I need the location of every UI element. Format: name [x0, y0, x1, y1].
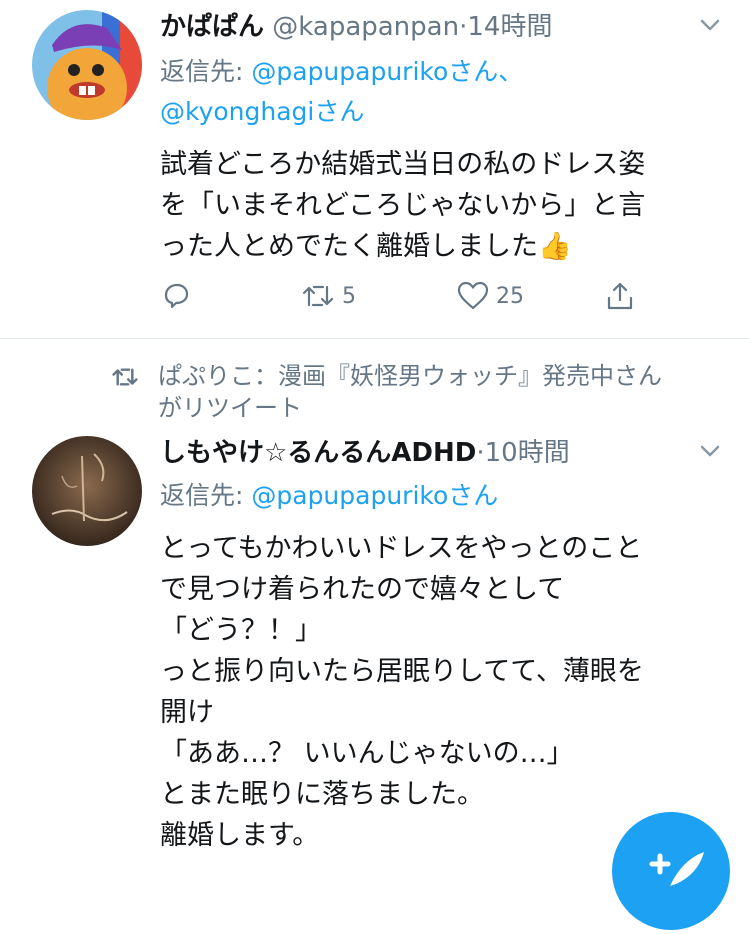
chevron-down-icon[interactable] [699, 440, 721, 462]
compose-icon [649, 852, 704, 886]
compose-button[interactable] [612, 812, 730, 930]
mention-suffix: さん [448, 481, 499, 510]
separator-dot: · [476, 438, 485, 468]
timestamp[interactable]: 10時間 [485, 438, 570, 468]
reply-prefix: 返信先: [160, 481, 252, 510]
tweet-text: とってもかわいいドレスをやっとのこと で見つけ着られたので嬉々として 「どう？！… [160, 533, 644, 851]
mention-link[interactable]: @papupapuriko [251, 481, 448, 510]
tweet-header: しもやけ☆るんるんADHD·10時間 [160, 432, 570, 469]
avatar[interactable] [32, 436, 142, 546]
tweet-2[interactable]: しもやけ☆るんるんADHD·10時間 返信先: @papupapurikoさん … [0, 0, 749, 868]
reply-context: 返信先: @papupapurikoさん [160, 476, 498, 516]
avatar-image [32, 436, 142, 546]
display-name[interactable]: しもやけ☆るんるんADHD [160, 438, 476, 468]
